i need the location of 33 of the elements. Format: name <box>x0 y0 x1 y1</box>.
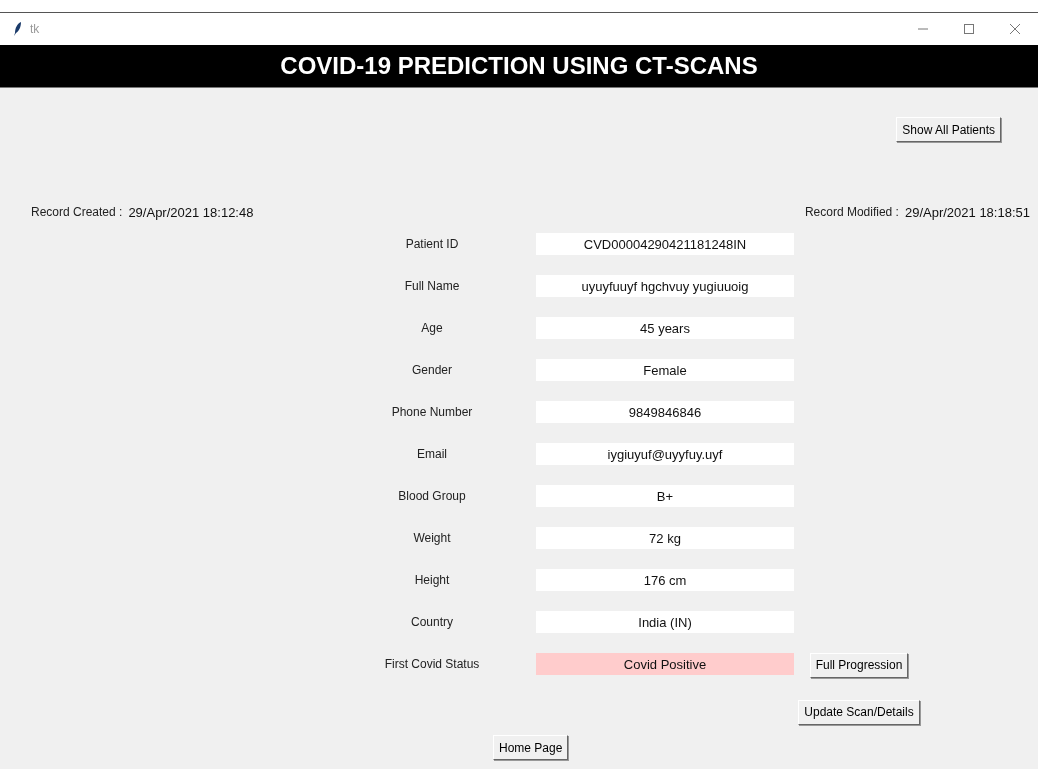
field-label: First Covid Status <box>384 657 480 671</box>
record-modified-value: 29/Apr/2021 18:18:51 <box>904 204 1030 220</box>
field-value[interactable]: uyuyfuuyf hgchvuy yugiuuoig <box>536 275 794 297</box>
feather-icon <box>14 22 22 36</box>
field-label: Country <box>411 615 453 629</box>
field-label: Full Name <box>404 279 460 293</box>
field-value[interactable]: iygiuyuf@uyyfuy.uyf <box>536 443 794 465</box>
field-value[interactable]: Covid Positive <box>536 653 794 675</box>
window-title: tk <box>30 22 41 36</box>
field-label: Blood Group <box>398 489 466 503</box>
field-label: Email <box>417 447 447 461</box>
record-created-value: 29/Apr/2021 18:12:48 <box>128 204 254 220</box>
field-value[interactable]: 72 kg <box>536 527 794 549</box>
field-label: Height <box>414 573 450 587</box>
field-label: Age <box>421 321 443 335</box>
field-label: Gender <box>412 363 452 377</box>
field-label: Phone Number <box>391 405 473 419</box>
field-value[interactable]: 9849846846 <box>536 401 794 423</box>
home-page-button[interactable]: Home Page <box>493 735 569 760</box>
side-button[interactable]: Full Progression <box>809 652 909 678</box>
field-value[interactable]: 45 years <box>536 317 794 339</box>
app-title: COVID-19 PREDICTION USING CT-SCANS <box>280 52 758 80</box>
field-label: Patient ID <box>405 237 459 251</box>
field-value[interactable]: B+ <box>536 485 794 507</box>
record-created-label: Record Created : <box>31 205 123 219</box>
record-modified-label: Record Modified : <box>804 205 899 219</box>
field-value[interactable]: 176 cm <box>536 569 794 591</box>
field-label: Weight <box>413 531 451 545</box>
show-all-patients-button[interactable]: Show All Patients <box>896 117 1001 142</box>
field-value[interactable]: India (IN) <box>536 611 794 633</box>
field-value[interactable]: CVD00004290421181248IN <box>536 233 794 255</box>
field-value[interactable]: Female <box>536 359 794 381</box>
side-button[interactable]: Update Scan/Details <box>798 699 920 725</box>
